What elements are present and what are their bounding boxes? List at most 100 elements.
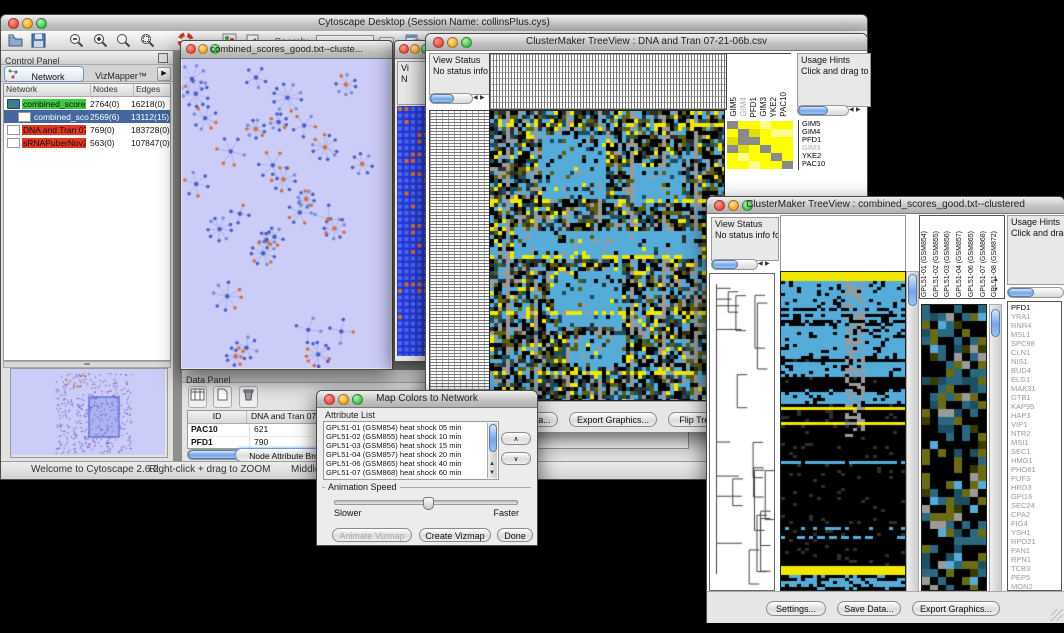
zoom-cell — [760, 145, 771, 153]
zoom-vscrollbar[interactable] — [989, 304, 1002, 593]
usage-hints-hscrollbar[interactable]: ◀▶ — [797, 105, 863, 116]
global-vscrollbar[interactable] — [906, 271, 919, 593]
array-label: GPL51-02 (GSM855) — [933, 231, 945, 297]
tab-vizmapper-label: VizMapper™ — [95, 71, 147, 81]
treeview1-title: ClusterMaker TreeView : DNA and Tran 07-… — [426, 36, 867, 47]
animate-vizmap-button[interactable]: Animate Vizmap — [332, 528, 412, 542]
global-heatmap[interactable] — [780, 271, 906, 591]
global-heatmap[interactable] — [489, 110, 725, 401]
zoom-cell — [771, 161, 782, 169]
minimize-icon[interactable] — [410, 44, 420, 54]
close-icon[interactable] — [399, 44, 409, 54]
zoom-heatmap[interactable] — [727, 121, 793, 169]
array-label: GPL51-01 (GSM854) — [921, 231, 933, 297]
gene-label: GPI16 — [1011, 492, 1061, 501]
zoom-cell — [738, 161, 749, 169]
settings-button[interactable]: Settings... — [766, 601, 826, 616]
main-title-bar[interactable]: Cytoscape Desktop (Session Name: collins… — [1, 15, 867, 32]
zoom-cell — [727, 161, 738, 169]
network-canvas[interactable] — [182, 59, 391, 368]
zoom-cell — [771, 129, 782, 137]
row-dendrogram[interactable] — [429, 110, 490, 403]
move-up-button[interactable]: ∧ — [501, 432, 531, 445]
tab-vizmapper[interactable]: VizMapper™ — [85, 66, 157, 80]
move-down-button[interactable]: ∨ — [501, 452, 531, 465]
zoom-cell — [749, 137, 760, 145]
network-tree-row[interactable]: combined_sco2569(6)13112(15) — [4, 110, 170, 123]
zoom-cell — [738, 153, 749, 161]
zoom-cell — [738, 129, 749, 137]
data-col-id[interactable]: ID — [188, 411, 247, 423]
gene-list-hscrollbar[interactable] — [1007, 287, 1062, 298]
animation-speed-slider[interactable] — [334, 500, 518, 505]
float-panel-icon[interactable] — [158, 53, 168, 63]
column-dendrogram[interactable] — [489, 53, 727, 110]
network-tree-row[interactable]: sRNAPuberNov2+563(0)107847(0) — [4, 136, 170, 149]
zoom-cell — [727, 145, 738, 153]
done-button[interactable]: Done — [497, 528, 533, 542]
zoom-cell — [727, 137, 738, 145]
view-status-hscrollbar[interactable]: ◀▶ — [429, 93, 486, 104]
column-labels-scroll-arrows[interactable]: ▲ ▼ — [993, 275, 1003, 297]
attribute-list-item[interactable]: GPL51-03 (GSM856) heat shock 15 min — [326, 441, 496, 450]
edges-count: 183728(0) — [131, 125, 170, 135]
gene-label: RPO21 — [1011, 537, 1061, 546]
column-dendrogram — [780, 215, 906, 271]
zoom-cell — [782, 153, 793, 161]
tab-network-label: Network — [31, 72, 64, 82]
gene-label: PHO81 — [1011, 465, 1061, 474]
zoom-cell — [749, 145, 760, 153]
array-label: GIM3 — [759, 97, 769, 117]
zoom-cell — [738, 121, 749, 129]
col-nodes[interactable]: Nodes — [91, 84, 134, 96]
row-dendrogram[interactable] — [709, 273, 775, 591]
nodes-count: 769(0) — [90, 125, 115, 135]
zoom-heatmap[interactable] — [921, 304, 987, 591]
array-label: GPL51-04 (GSM857) — [956, 231, 968, 297]
attribute-list-item[interactable]: GPL51-06 (GSM865) heat shock 40 min — [326, 459, 496, 468]
zoom-cell — [760, 153, 771, 161]
animation-speed-group: Animation Speed Slower Faster — [322, 487, 531, 522]
array-label: PAC10 — [779, 92, 789, 117]
view-status-hscrollbar[interactable]: ◀▶ — [711, 259, 771, 270]
gene-label: PAC10 — [802, 160, 862, 168]
network-tree-row[interactable]: DNA and Tran 07769(0)183728(0) — [4, 123, 170, 136]
new-attribute-icon[interactable] — [213, 386, 232, 408]
gene-label: TCB3 — [1011, 564, 1061, 573]
map-colors-dialog: Map Colors to Network Attribute List GPL… — [316, 390, 538, 546]
slider-thumb[interactable] — [423, 497, 434, 510]
attribute-list-item[interactable]: GPL51-02 (GSM855) heat shock 10 min — [326, 432, 496, 441]
array-label: GPL51-03 (GSM856) — [944, 231, 956, 297]
dialog-title: Map Colors to Network — [317, 393, 537, 404]
control-panel-tabs: Network VizMapper™ ▶ — [1, 65, 173, 82]
dense-network-fragment — [397, 106, 427, 356]
save-data-button[interactable]: Save Data... — [837, 601, 901, 616]
network-tree-row[interactable]: combined_scores2764(0)16218(0) — [4, 97, 170, 110]
export-graphics-button[interactable]: Export Graphics... — [569, 412, 657, 427]
resize-grip[interactable] — [1051, 609, 1063, 621]
export-graphics-button[interactable]: Export Graphics... — [912, 601, 1000, 616]
select-attributes-icon[interactable] — [188, 386, 207, 408]
tab-overflow-arrow-icon[interactable]: ▶ — [157, 67, 171, 81]
attribute-list[interactable]: GPL51-01 (GSM854) heat shock 05 minGPL51… — [323, 421, 499, 480]
edges-count: 107847(0) — [131, 138, 170, 148]
gene-label: SEC1 — [1011, 447, 1061, 456]
delete-attribute-icon[interactable] — [239, 386, 258, 408]
gene-label: FIG4 — [1011, 519, 1061, 528]
network-overview[interactable] — [10, 368, 168, 458]
attribute-list-vscrollbar[interactable]: ▲ ▼ — [487, 423, 497, 478]
col-edges[interactable]: Edges — [134, 84, 170, 96]
usage-hints-text: Click and drag to — [1011, 228, 1064, 238]
attribute-list-item[interactable]: GPL51-04 (GSM857) heat shock 20 min — [326, 450, 496, 459]
attribute-list-label: Attribute List — [325, 410, 375, 420]
col-network[interactable]: Network — [4, 84, 91, 96]
create-vizmap-button[interactable]: Create Vizmap — [419, 528, 491, 542]
treeview2-title: ClusterMaker TreeView : combined_scores_… — [707, 199, 1064, 210]
tab-network[interactable]: Network — [4, 66, 84, 82]
zoom-cell — [760, 129, 771, 137]
attribute-list-item[interactable]: GPL51-01 (GSM854) heat shock 05 min — [326, 423, 496, 432]
overview-divider[interactable] — [3, 361, 171, 368]
attribute-list-item[interactable]: GPL51-07 (GSM868) heat shock 60 min — [326, 468, 496, 477]
zoom-cell — [760, 137, 771, 145]
gene-label: NIS1 — [1011, 357, 1061, 366]
